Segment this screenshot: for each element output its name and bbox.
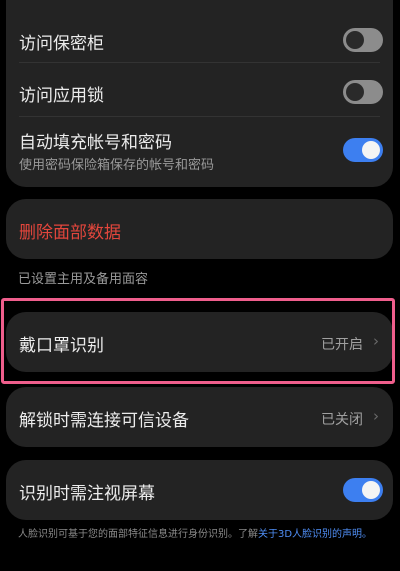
footer-link[interactable]: 关于3D人脸识别的声明。 [258,529,372,540]
vault-toggle[interactable] [343,28,383,52]
toggle-row-vault[interactable]: 访问保密柜 [6,20,393,60]
gaze-detection-row[interactable]: 识别时需注视屏幕 [6,460,393,520]
autofill-sublabel: 使用密码保险箱保存的帐号和密码 [19,158,215,173]
footer-text: 人脸识别可基于您的面部特征信息进行身份识别。了解 [18,529,258,540]
toggle-row-autofill[interactable]: 自动填充帐号和密码 使用密码保险箱保存的帐号和密码 [6,126,393,182]
delete-face-data-label: 删除面部数据 [19,223,121,243]
trusted-device-row[interactable]: 解锁时需连接可信设备 已关闭 › [6,387,393,447]
mask-recognition-value: 已开启 [321,337,363,353]
face-section-caption: 已设置主用及备用面容 [18,272,149,287]
toggle-knob [346,83,364,101]
vault-label: 访问保密柜 [19,34,104,54]
chevron-right-icon: › [373,332,379,350]
toggle-knob [362,481,380,499]
privacy-card: 访问保密柜 访问应用锁 自动填充帐号和密码 使用密码保险箱保存的帐号和密码 [6,0,393,187]
delete-face-data-button[interactable]: 删除面部数据 [6,199,393,259]
toggle-knob [362,141,380,159]
gaze-detection-label: 识别时需注视屏幕 [19,484,155,504]
mask-recognition-row[interactable]: 戴口罩识别 已开启 › [6,312,393,372]
toggle-row-app-lock[interactable]: 访问应用锁 [6,72,393,112]
gaze-detection-toggle[interactable] [343,478,383,502]
autofill-label: 自动填充帐号和密码 [19,133,172,153]
mask-recognition-label: 戴口罩识别 [19,336,104,356]
divider [19,116,380,117]
toggle-knob [346,31,364,49]
app-lock-toggle[interactable] [343,80,383,104]
trusted-device-value: 已关闭 [321,412,363,428]
chevron-right-icon: › [373,407,379,425]
trusted-device-label: 解锁时需连接可信设备 [19,411,189,431]
app-lock-label: 访问应用锁 [19,86,104,106]
autofill-toggle[interactable] [343,138,383,162]
footer-note: 人脸识别可基于您的面部特征信息进行身份识别。了解关于3D人脸识别的声明。 [18,528,390,542]
divider [19,62,380,63]
